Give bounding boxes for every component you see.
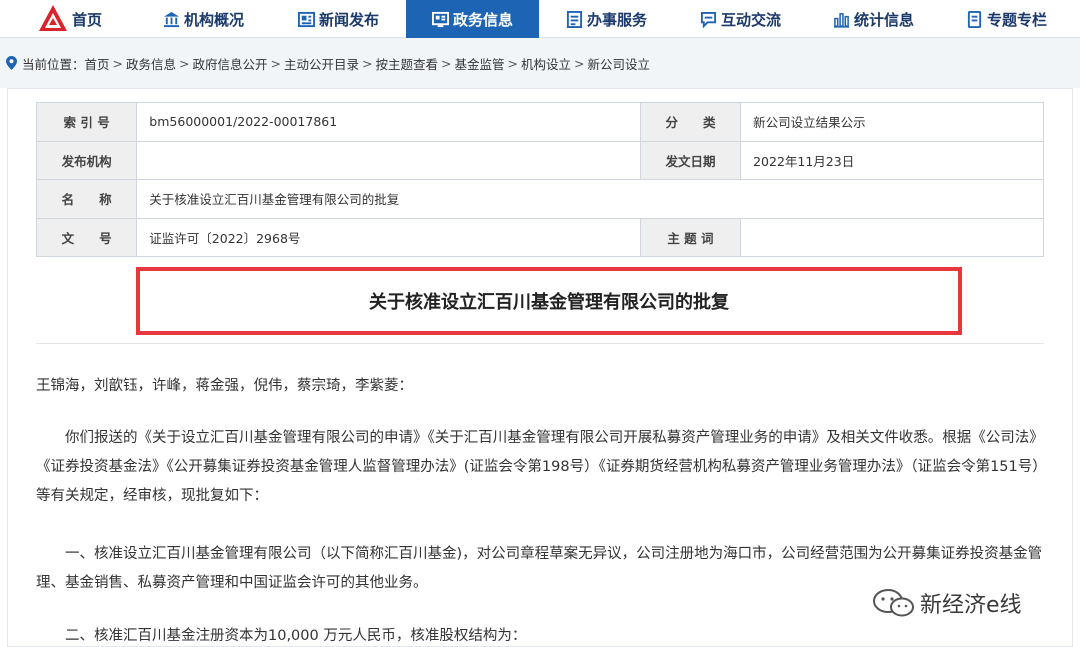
breadcrumb-separator: >: [179, 55, 190, 71]
breadcrumb-item[interactable]: 政府信息公开: [193, 54, 268, 73]
document-title: 关于核准设立汇百川基金管理有限公司的批复: [369, 292, 729, 313]
category-label: 分 类: [639, 102, 742, 142]
divider: [36, 343, 1044, 344]
nav-gov-info-label: 政务信息: [452, 10, 513, 29]
stats-icon: [833, 12, 850, 28]
top-navigation: 首页 机构概况 新闻发布 政务信息 办事服务 互动交流 统计信息 专题专栏: [0, 0, 1080, 38]
nav-topic-label: 专题专栏: [987, 10, 1048, 29]
logo-icon: [39, 5, 67, 31]
nav-institution[interactable]: 机构概况: [163, 0, 273, 38]
index-number-label: 索 引 号: [35, 102, 138, 142]
nav-home-label: 首页: [72, 10, 103, 29]
addressee-line: 王锦海，刘歆钰，许峰，蒋金强，倪伟，蔡宗琦，李紫菱：: [36, 378, 413, 394]
nav-interaction-label: 互动交流: [721, 10, 782, 29]
nav-service-label: 办事服务: [587, 10, 648, 29]
nav-news-label: 新闻发布: [319, 10, 380, 29]
topic-icon: [967, 10, 982, 28]
issuer-label: 发布机构: [35, 140, 138, 180]
category-value: 新公司设立结果公示: [740, 102, 1044, 142]
document-name-value: 关于核准设立汇百川基金管理有限公司的批复: [136, 179, 1044, 219]
breadcrumb-prefix: 当前位置：: [22, 56, 85, 72]
subject-value: [740, 217, 1044, 257]
nav-service[interactable]: 办事服务: [566, 0, 676, 38]
breadcrumb-separator: >: [362, 55, 373, 71]
watermark: 新经济e线: [872, 585, 1022, 621]
breadcrumb-item[interactable]: 政务信息: [126, 54, 176, 73]
nav-stats-label: 统计信息: [854, 10, 915, 29]
gov-info-icon: [431, 11, 449, 27]
chat-icon: [700, 11, 717, 28]
nav-interaction[interactable]: 互动交流: [700, 0, 810, 38]
table-row: 发布机构 发文日期 2022年11月23日: [35, 140, 1044, 180]
document-name-label: 名 称: [35, 179, 138, 219]
news-icon: [298, 11, 315, 27]
breadcrumb-separator: >: [507, 55, 519, 71]
watermark-text: 新经济e线: [920, 593, 1022, 618]
service-icon: [566, 10, 583, 28]
body-paragraph-3: 二、核准汇百川基金注册资本为10,000 万元人民币，核准股权结构为：: [65, 628, 527, 644]
breadcrumb-separator: >: [270, 55, 282, 71]
breadcrumb-item[interactable]: 机构设立: [521, 54, 571, 73]
nav-stats[interactable]: 统计信息: [833, 0, 943, 38]
breadcrumb-separator: >: [112, 55, 124, 71]
table-row: 名 称 关于核准设立汇百川基金管理有限公司的批复: [35, 179, 1044, 219]
issuer-value: [136, 140, 641, 180]
document-number-label: 文 号: [35, 217, 138, 257]
table-row: 索 引 号 bm56000001/2022-00017861 分 类 新公司设立…: [35, 102, 1044, 142]
breadcrumb-item[interactable]: 按主题查看: [376, 54, 439, 73]
nav-news[interactable]: 新闻发布: [298, 0, 398, 38]
body-paragraph-1: 你们报送的《关于设立汇百川基金管理有限公司的申请》《关于汇百川基金管理有限公司开…: [36, 430, 1044, 504]
subject-label: 主 题 词: [639, 217, 742, 257]
document-metadata-table: 索 引 号 bm56000001/2022-00017861 分 类 新公司设立…: [35, 102, 1044, 257]
breadcrumb-item[interactable]: 主动公开目录: [284, 54, 359, 73]
content-panel: 索 引 号 bm56000001/2022-00017861 分 类 新公司设立…: [7, 88, 1073, 647]
breadcrumb-item[interactable]: 基金监管: [455, 54, 505, 73]
document-title-highlight: 关于核准设立汇百川基金管理有限公司的批复: [136, 267, 962, 335]
breadcrumb-separator: >: [441, 55, 452, 71]
breadcrumb-separator: >: [574, 55, 585, 71]
issue-date-value: 2022年11月23日: [740, 140, 1044, 180]
nav-gov-info[interactable]: 政务信息: [406, 0, 539, 38]
location-pin-icon: [6, 56, 17, 70]
breadcrumb-item[interactable]: 首页: [85, 54, 110, 73]
document-number-value: 证监许可〔2022〕2968号: [136, 217, 641, 257]
wechat-icon: [873, 589, 914, 617]
breadcrumb-item-current[interactable]: 新公司设立: [588, 54, 651, 73]
index-number-value: bm56000001/2022-00017861: [136, 102, 641, 142]
institution-icon: [163, 11, 180, 27]
nav-topic[interactable]: 专题专栏: [966, 0, 1078, 38]
nav-home[interactable]: 首页: [38, 0, 138, 38]
issue-date-label: 发文日期: [639, 140, 742, 180]
nav-institution-label: 机构概况: [184, 10, 245, 29]
breadcrumb: 当前位置： 首页 > 政务信息 > 政府信息公开 > 主动公开目录 > 按主题查…: [0, 38, 1080, 88]
table-row: 文 号 证监许可〔2022〕2968号 主 题 词: [35, 217, 1044, 257]
